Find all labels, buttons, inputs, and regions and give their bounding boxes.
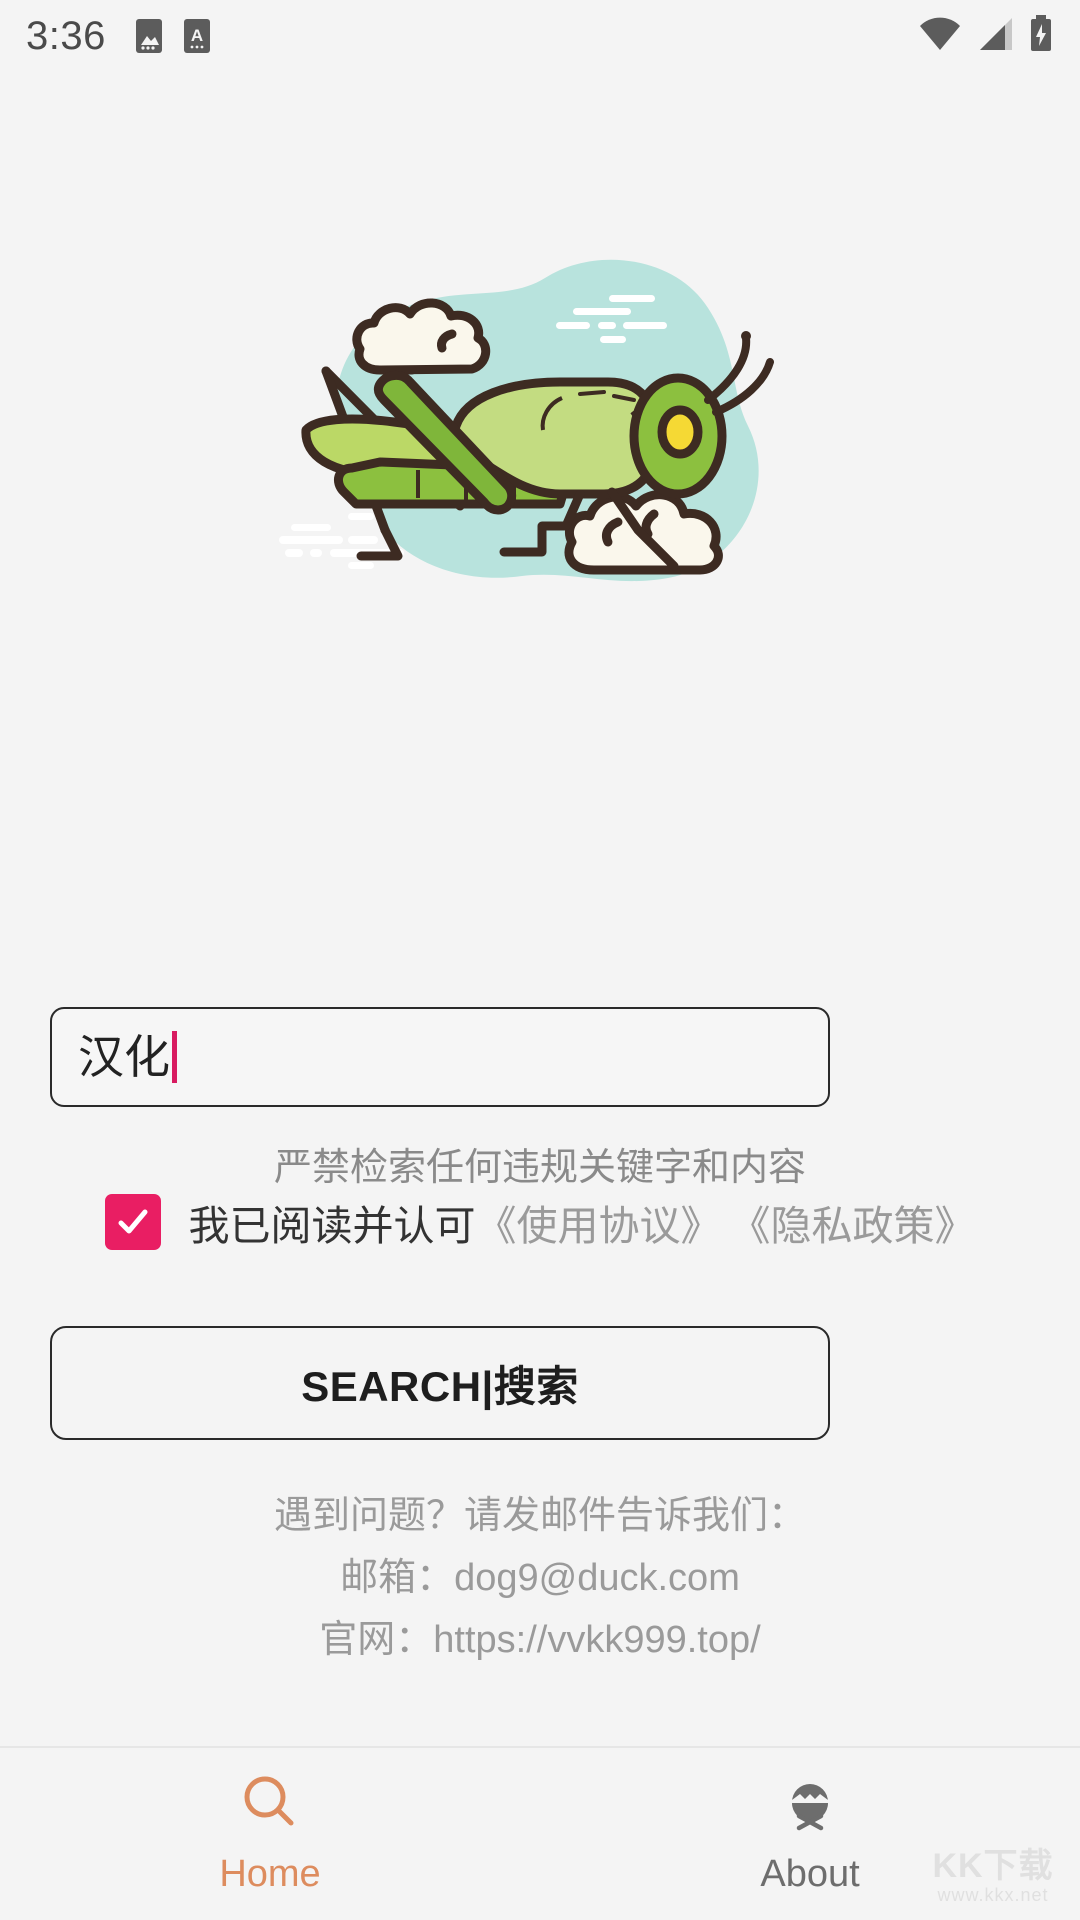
- footer-line-email[interactable]: 邮箱：dog9@duck.com: [0, 1547, 1080, 1609]
- agreement-checkbox[interactable]: [104, 1194, 161, 1250]
- bottom-navigation-bar: Home About: [0, 1746, 1080, 1920]
- app-screen: 3:36 A 汉化 严禁检索任何违规关键字和内容 我已阅读并认可 《使用协议》 …: [0, 0, 1080, 1920]
- privacy-policy-link[interactable]: 《隐私政策》: [730, 1192, 976, 1252]
- nav-tab-about-label: About: [760, 1853, 860, 1895]
- footer-line-help: 遇到问题？请发邮件告诉我们：: [273, 1495, 806, 1537]
- status-bar: 3:36 A: [0, 0, 1080, 72]
- hero-illustration: [0, 230, 1080, 630]
- search-input[interactable]: 汉化: [50, 1007, 830, 1107]
- wifi-icon: [918, 16, 962, 57]
- search-icon: [239, 1772, 301, 1839]
- cloud-top: [352, 298, 491, 375]
- svg-text:A: A: [191, 26, 203, 45]
- nav-tab-about[interactable]: About: [540, 1748, 1080, 1920]
- battery-charging-icon: [1028, 14, 1054, 58]
- status-bar-notification-icons: A: [132, 17, 214, 55]
- agreement-row[interactable]: 我已阅读并认可 《使用协议》 《隐私政策》: [0, 1192, 1080, 1252]
- grasshopper-illustration: [279, 259, 774, 582]
- status-bar-clock: 3:36: [26, 13, 106, 58]
- footer-contact-info: 遇到问题？请发邮件告诉我们： 邮箱：dog9@duck.com 官网：https…: [0, 1485, 1080, 1671]
- status-bar-system-icons: [918, 14, 1054, 58]
- search-input-value: 汉化: [78, 1031, 170, 1083]
- bug-icon: [779, 1772, 841, 1839]
- cellular-signal-icon: [974, 16, 1016, 57]
- search-notice-text: 严禁检索任何违规关键字和内容: [273, 1147, 806, 1189]
- footer-line-website[interactable]: 官网：https://vvkk999.top/: [0, 1609, 1080, 1671]
- text-caret: [172, 1031, 177, 1083]
- agreement-label: 我已阅读并认可: [188, 1203, 476, 1249]
- check-icon: [118, 1209, 147, 1234]
- user-agreement-link[interactable]: 《使用协议》: [476, 1192, 722, 1252]
- search-button[interactable]: SEARCH|搜索: [50, 1326, 830, 1440]
- nav-tab-home[interactable]: Home: [0, 1748, 540, 1920]
- image-icon: [132, 17, 166, 55]
- nav-tab-home-label: Home: [219, 1853, 321, 1895]
- app-a-icon: A: [180, 17, 214, 55]
